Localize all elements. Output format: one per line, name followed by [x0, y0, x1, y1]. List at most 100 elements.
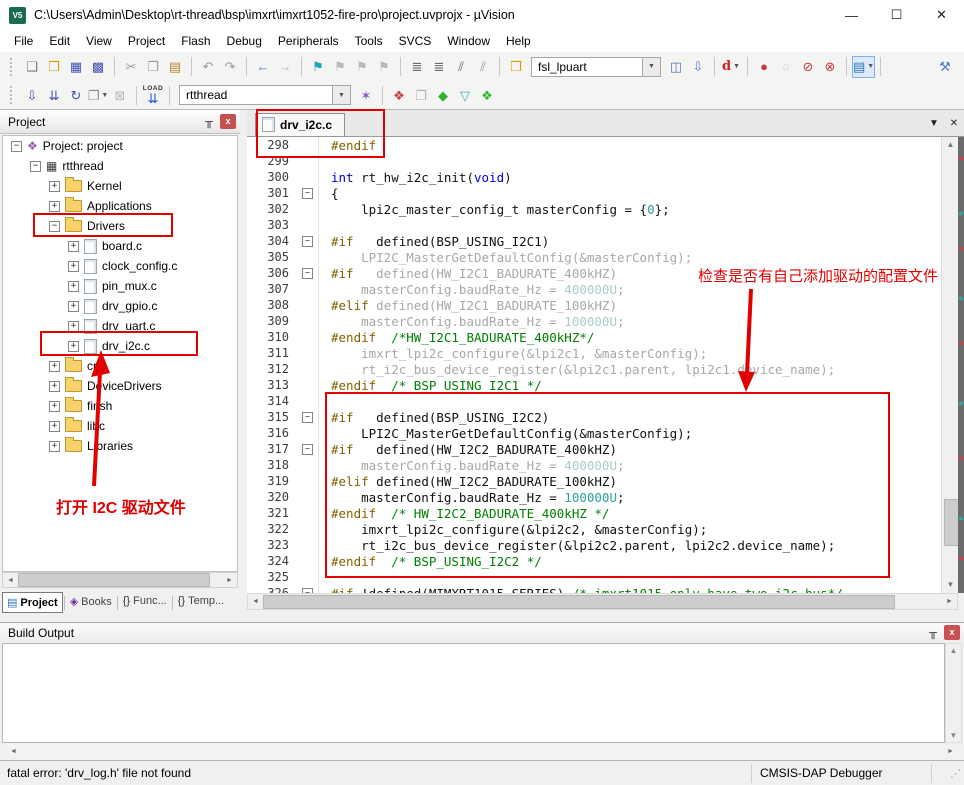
code-line-308[interactable]: 308#elif defined(HW_I2C1_BADURATE_100kHZ…: [247, 297, 941, 313]
expand-icon[interactable]: +: [68, 241, 79, 252]
tree-item-pin-mux-c[interactable]: +pin_mux.c: [3, 276, 237, 296]
batch-build-icon-dropdown[interactable]: ▼: [101, 92, 108, 99]
lookup-icon[interactable]: d▼: [720, 56, 742, 78]
tree-item-project-project[interactable]: −❖Project: project: [3, 136, 237, 156]
tab-list-dropdown-icon[interactable]: ▼: [924, 114, 944, 132]
scrollbar-thumb[interactable]: [18, 573, 210, 587]
menu-debug[interactable]: Debug: [219, 31, 270, 51]
expand-icon[interactable]: +: [68, 281, 79, 292]
uncomment-icon[interactable]: ⫽: [472, 56, 494, 78]
tree-item-drv-uart-c[interactable]: +drv_uart.c: [3, 316, 237, 336]
code-line-315[interactable]: 315−#if defined(BSP_USING_I2C2): [247, 409, 941, 425]
expand-icon[interactable]: +: [49, 401, 60, 412]
bookmark-prev-icon[interactable]: ⚑: [329, 56, 351, 78]
panel-splitter[interactable]: [240, 110, 247, 622]
code-line-310[interactable]: 310#endif /*HW_I2C1_BADURATE_400kHZ*/: [247, 329, 941, 345]
expand-icon[interactable]: +: [49, 381, 60, 392]
code-line-321[interactable]: 321#endif /* HW_I2C2_BADURATE_400kHZ */: [247, 505, 941, 521]
expand-icon[interactable]: +: [68, 301, 79, 312]
search-term-combo[interactable]: fsl_lpuart▼: [531, 57, 661, 77]
bookmark-next-icon[interactable]: ⚑: [351, 56, 373, 78]
file-extensions-icon[interactable]: ❐: [410, 84, 432, 106]
expand-icon[interactable]: +: [68, 261, 79, 272]
menu-help[interactable]: Help: [498, 31, 539, 51]
enable-breakpoint-icon[interactable]: ○: [775, 56, 797, 78]
code-line-302[interactable]: 302 lpi2c_master_config_t masterConfig =…: [247, 201, 941, 217]
rebuild-icon[interactable]: ↻: [65, 84, 87, 106]
copy-icon[interactable]: ❐: [142, 56, 164, 78]
scroll-left-icon[interactable]: ◄: [248, 598, 263, 605]
target-combo-dropdown-icon[interactable]: ▼: [332, 86, 350, 104]
scroll-up-icon[interactable]: ▲: [946, 646, 961, 655]
editor-vscrollbar[interactable]: ▲ ▼: [941, 137, 958, 593]
batch-build-icon[interactable]: ❐▼: [87, 84, 109, 106]
menu-project[interactable]: Project: [120, 31, 173, 51]
code-line-299[interactable]: 299: [247, 153, 941, 169]
expand-icon[interactable]: +: [49, 181, 60, 192]
tree-item-board-c[interactable]: +board.c: [3, 236, 237, 256]
download-icon[interactable]: LOAD⇊: [142, 84, 164, 106]
code-line-318[interactable]: 318 masterConfig.baudRate_Hz = 400000U;: [247, 457, 941, 473]
code-line-304[interactable]: 304−#if defined(BSP_USING_I2C1): [247, 233, 941, 249]
code-line-306[interactable]: 306−#if defined(HW_I2C1_BADURATE_400kHZ): [247, 265, 941, 281]
bookmark-toggle-icon[interactable]: ⚑: [307, 56, 329, 78]
scroll-left-icon[interactable]: ◄: [3, 577, 18, 584]
fold-margin[interactable]: −: [297, 265, 319, 281]
collapse-icon[interactable]: −: [11, 141, 22, 152]
tree-item-clock-config-c[interactable]: +clock_config.c: [3, 256, 237, 276]
window-views-icon[interactable]: ▤▼: [852, 56, 875, 78]
fold-margin[interactable]: −: [297, 585, 319, 593]
collapse-icon[interactable]: −: [49, 221, 60, 232]
tab-books[interactable]: ◈Books: [66, 592, 116, 611]
tree-item-applications[interactable]: +Applications: [3, 196, 237, 216]
expand-icon[interactable]: +: [68, 321, 79, 332]
menu-view[interactable]: View: [78, 31, 120, 51]
outdent-icon[interactable]: ≣: [406, 56, 428, 78]
menu-file[interactable]: File: [6, 31, 41, 51]
open-file-icon[interactable]: ❒: [43, 56, 65, 78]
fold-margin[interactable]: −: [297, 409, 319, 425]
code-line-298[interactable]: 298#endif: [247, 137, 941, 153]
fold-collapse-icon[interactable]: −: [302, 412, 313, 423]
minimize-button[interactable]: —: [829, 1, 874, 30]
expand-icon[interactable]: +: [49, 201, 60, 212]
lookup-icon-dropdown[interactable]: ▼: [733, 63, 740, 70]
menu-peripherals[interactable]: Peripherals: [270, 31, 347, 51]
kill-all-breakpoints-icon[interactable]: ⊗: [819, 56, 841, 78]
tab-close-icon[interactable]: ✕: [944, 114, 964, 132]
pack-installer-icon[interactable]: ❖: [476, 84, 498, 106]
fold-margin[interactable]: −: [297, 233, 319, 249]
code-line-324[interactable]: 324#endif /* BSP_USING_I2C2 */: [247, 553, 941, 569]
fold-margin[interactable]: −: [297, 185, 319, 201]
options-for-target-icon[interactable]: ✶: [355, 84, 377, 106]
new-file-icon[interactable]: ❏: [21, 56, 43, 78]
build-icon[interactable]: ⇊: [43, 84, 65, 106]
insert-breakpoint-icon[interactable]: ●: [753, 56, 775, 78]
maximize-button[interactable]: ☐: [874, 1, 919, 30]
search-term-combo-dropdown-icon[interactable]: ▼: [642, 58, 660, 76]
stop-build-icon[interactable]: ⊠: [109, 84, 131, 106]
undo-icon[interactable]: ↶: [197, 56, 219, 78]
build-output-content[interactable]: [2, 643, 945, 743]
fold-collapse-icon[interactable]: −: [302, 268, 313, 279]
code-line-312[interactable]: 312 rt_i2c_bus_device_register(&lpi2c1.p…: [247, 361, 941, 377]
nav-forward-icon[interactable]: →: [274, 56, 296, 78]
panel-close-icon[interactable]: x: [220, 114, 236, 129]
incremental-find-icon[interactable]: ⇩: [687, 56, 709, 78]
editor-hscrollbar[interactable]: ◄ ►: [247, 593, 958, 610]
save-icon[interactable]: ▦: [65, 56, 87, 78]
cut-icon[interactable]: ✂: [120, 56, 142, 78]
tree-item-kernel[interactable]: +Kernel: [3, 176, 237, 196]
scroll-down-icon[interactable]: ▼: [942, 577, 959, 593]
expand-icon[interactable]: +: [68, 341, 79, 352]
scrollbar-thumb[interactable]: [263, 595, 895, 609]
scroll-down-icon[interactable]: ▼: [946, 731, 961, 740]
tree-item-devicedrivers[interactable]: +DeviceDrivers: [3, 376, 237, 396]
find-in-files-icon[interactable]: ❒: [505, 56, 527, 78]
paste-icon[interactable]: ▤: [164, 56, 186, 78]
tab-functions[interactable]: {}Func...: [119, 592, 171, 610]
manage-project-items-icon[interactable]: ❖: [388, 84, 410, 106]
fold-collapse-icon[interactable]: −: [302, 236, 313, 247]
menu-flash[interactable]: Flash: [173, 31, 218, 51]
save-all-icon[interactable]: ▩: [87, 56, 109, 78]
